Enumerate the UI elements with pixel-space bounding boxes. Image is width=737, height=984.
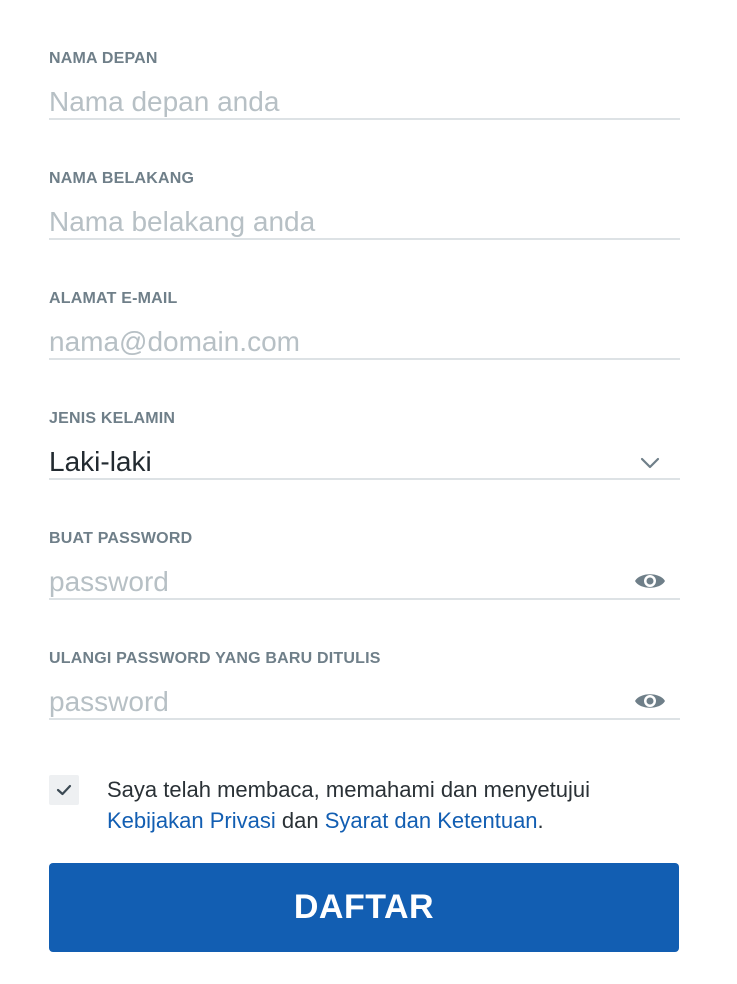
email-label: ALAMAT E-MAIL [49,290,178,307]
gender-selected-value: Laki-laki [49,446,152,477]
first-name-input[interactable] [49,82,609,122]
password-confirm-field: ULANGI PASSWORD YANG BARU DITULIS [49,600,680,722]
email-input[interactable] [49,322,609,362]
last-name-label: NAMA BELAKANG [49,170,195,187]
privacy-policy-link[interactable]: Kebijakan Privasi [107,808,276,833]
consent-checkbox[interactable] [49,775,79,805]
consent-joiner: dan [281,808,319,833]
consent-text: Saya telah membaca, memahami dan menyetu… [107,774,687,836]
registration-form: NAMA DEPAN NAMA BELAKANG ALAMAT E-MAIL J… [49,0,680,722]
checkmark-icon [56,784,72,796]
password-confirm-label: ULANGI PASSWORD YANG BARU DITULIS [49,650,381,667]
email-field: ALAMAT E-MAIL [49,240,680,362]
register-button[interactable]: DAFTAR [49,863,679,952]
first-name-label: NAMA DEPAN [49,50,158,67]
password-confirm-input[interactable] [49,682,609,722]
consent-text-before: Saya telah membaca, memahami dan menyetu… [107,777,591,802]
gender-select[interactable]: JENIS KELAMIN Laki-laki [49,360,680,480]
last-name-field: NAMA BELAKANG [49,120,680,242]
eye-icon[interactable] [634,689,666,713]
password-label: BUAT PASSWORD [49,530,193,547]
gender-label: JENIS KELAMIN [49,410,176,427]
consent-text-after: . [537,808,544,833]
password-field: BUAT PASSWORD [49,480,680,602]
eye-icon[interactable] [634,569,666,593]
consent-row: Saya telah membaca, memahami dan menyetu… [49,774,680,834]
terms-link[interactable]: Syarat dan Ketentuan [325,808,538,833]
password-input[interactable] [49,562,609,602]
last-name-input[interactable] [49,202,609,242]
first-name-field: NAMA DEPAN [49,0,680,122]
chevron-down-icon[interactable] [638,451,662,475]
